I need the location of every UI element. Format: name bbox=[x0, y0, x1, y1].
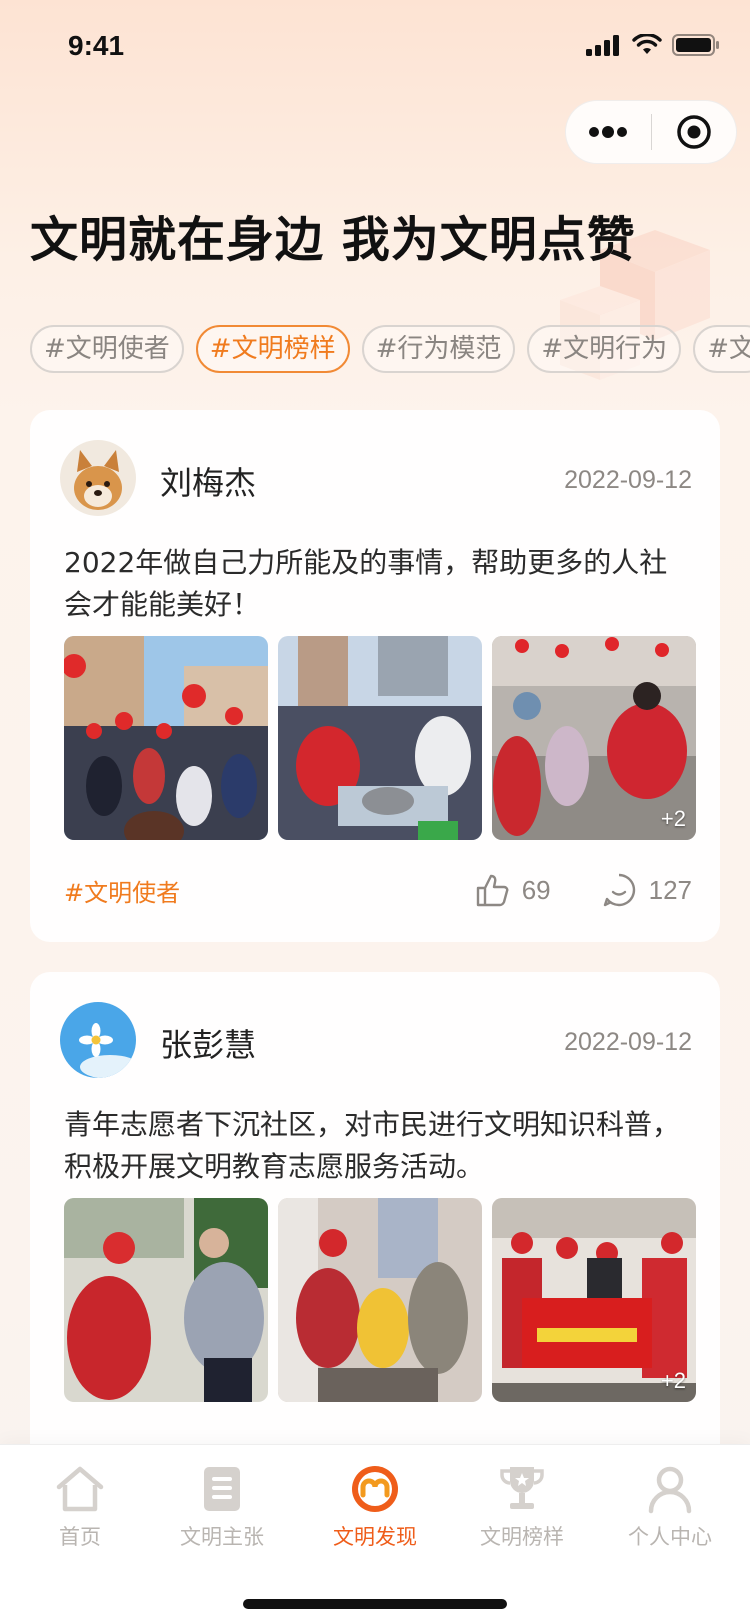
tag-chip-active[interactable]: #文明榜样 bbox=[195, 325, 350, 373]
status-icons bbox=[586, 34, 720, 56]
post-footer: #文明使者 69 127 bbox=[64, 870, 692, 910]
like-button[interactable]: 69 bbox=[474, 872, 551, 908]
home-icon bbox=[56, 1466, 104, 1512]
tag-chip[interactable]: #文明使者 bbox=[30, 325, 184, 373]
post-photo[interactable] bbox=[64, 636, 268, 840]
tab-bar: 首页 文明主张 文明发现 文明榜样 个人中心 bbox=[0, 1444, 750, 1624]
more-dots-icon bbox=[589, 126, 628, 138]
post-date: 2022-09-12 bbox=[564, 466, 692, 494]
tab-discover[interactable]: 文明发现 bbox=[300, 1463, 450, 1551]
trophy-icon bbox=[500, 1467, 544, 1509]
more-button[interactable] bbox=[566, 100, 651, 164]
target-circle-icon bbox=[677, 115, 711, 149]
avatar[interactable] bbox=[60, 440, 136, 516]
wifi-icon bbox=[632, 34, 662, 54]
post-photo[interactable]: +2 bbox=[492, 1198, 696, 1402]
tab-profile[interactable]: 个人中心 bbox=[595, 1463, 745, 1551]
post-card[interactable]: 张彭慧 2022-09-12 青年志愿者下沉社区，对市民进行文明知识科普，积极开… bbox=[30, 972, 720, 1452]
tab-label: 个人中心 bbox=[628, 1525, 712, 1549]
avatar[interactable] bbox=[60, 1002, 136, 1078]
status-bar: 9:41 bbox=[0, 0, 750, 95]
post-stats: 69 127 bbox=[474, 872, 692, 908]
tab-label: 文明榜样 bbox=[480, 1525, 564, 1549]
more-photos-count: +2 bbox=[660, 1368, 686, 1393]
tag-chip[interactable]: #文明行为 bbox=[527, 325, 682, 373]
user-name: 刘梅杰 bbox=[160, 464, 257, 502]
like-count: 69 bbox=[521, 874, 551, 905]
post-photo[interactable] bbox=[278, 1198, 482, 1402]
status-time: 9:41 bbox=[68, 30, 125, 61]
tab-home[interactable]: 首页 bbox=[5, 1463, 155, 1551]
post-photo[interactable]: +2 bbox=[492, 636, 696, 840]
close-button[interactable] bbox=[652, 100, 737, 164]
tab-label: 文明主张 bbox=[180, 1525, 264, 1549]
post-date: 2022-09-12 bbox=[564, 1028, 692, 1056]
tag-filter-row[interactable]: #文明使者 #文明榜样 #行为模范 #文明行为 #文 bbox=[30, 325, 750, 375]
photo-grid: +2 bbox=[64, 636, 696, 840]
comment-count: 127 bbox=[648, 874, 692, 905]
tab-label: 首页 bbox=[59, 1525, 101, 1549]
comment-button[interactable]: 127 bbox=[601, 872, 692, 908]
document-icon bbox=[204, 1467, 240, 1511]
capsule-menu bbox=[565, 100, 737, 164]
tag-chip[interactable]: #文 bbox=[693, 325, 750, 373]
tag-chip[interactable]: #行为模范 bbox=[361, 325, 516, 373]
user-icon bbox=[648, 1466, 692, 1514]
thumbs-up-icon bbox=[476, 874, 509, 907]
tab-proposal[interactable]: 文明主张 bbox=[147, 1463, 297, 1551]
signal-icon bbox=[586, 35, 619, 56]
discover-icon bbox=[352, 1466, 398, 1512]
tab-model[interactable]: 文明榜样 bbox=[447, 1463, 597, 1551]
battery-icon bbox=[672, 34, 719, 56]
comment-icon bbox=[603, 873, 635, 907]
post-text: 2022年做自己力所能及的事情，帮助更多的人社会才能能美好！ bbox=[64, 546, 668, 621]
page-headline: 文明就在身边 我为文明点赞 bbox=[30, 212, 636, 268]
more-photos-count: +2 bbox=[660, 806, 686, 831]
post-card[interactable]: 刘梅杰 2022-09-12 2022年做自己力所能及的事情，帮助更多的人社会才… bbox=[30, 410, 720, 942]
post-tag[interactable]: #文明使者 bbox=[64, 873, 180, 908]
post-photo[interactable] bbox=[64, 1198, 268, 1402]
post-text: 青年志愿者下沉社区，对市民进行文明知识科普，积极开展文明教育志愿服务活动。 bbox=[64, 1108, 681, 1183]
user-name: 张彭慧 bbox=[160, 1026, 257, 1064]
photo-grid: +2 bbox=[64, 1198, 696, 1402]
home-indicator bbox=[243, 1599, 507, 1609]
tab-label: 文明发现 bbox=[333, 1525, 417, 1549]
post-photo[interactable] bbox=[278, 636, 482, 840]
